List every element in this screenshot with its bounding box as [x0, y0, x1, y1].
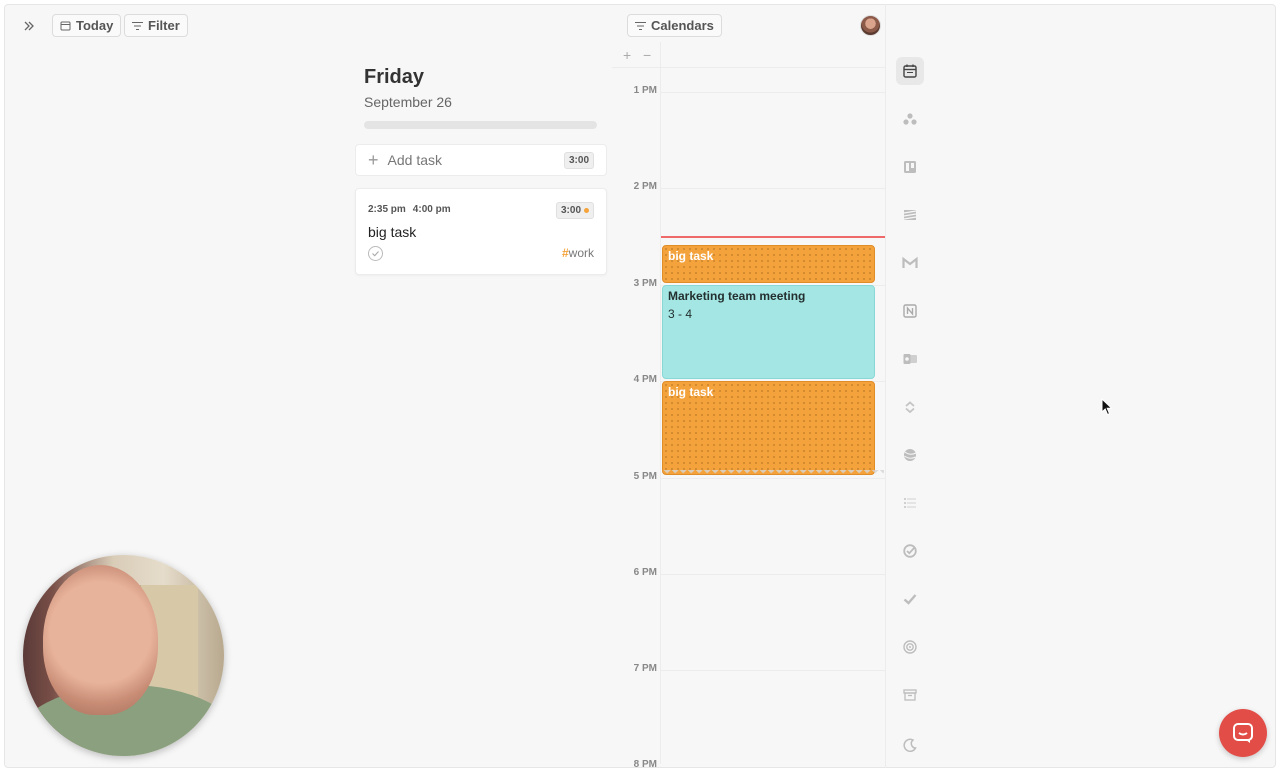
task-card[interactable]: 2:35 pm 4:00 pm 3:00 big task #work — [355, 188, 607, 275]
plus-icon: + — [368, 150, 379, 170]
task-duration: 3:00 — [560, 205, 581, 216]
hour-gridline — [661, 92, 885, 93]
task-end-time: 4:00 pm — [412, 204, 451, 215]
hour-label: 7 PM — [633, 663, 657, 674]
calendar-icon[interactable] — [896, 57, 924, 85]
hour-gridline — [661, 670, 885, 671]
outlook-icon[interactable] — [896, 345, 924, 373]
webcam-overlay — [23, 555, 224, 756]
list-icon[interactable] — [896, 489, 924, 517]
hash-icon: # — [561, 246, 569, 260]
add-task-duration: 3:00 — [563, 151, 594, 169]
calendar-small-icon — [60, 21, 71, 31]
hour-label: 4 PM — [633, 374, 657, 385]
mouse-cursor-icon — [1101, 397, 1113, 421]
calendars-label: Calendars — [651, 18, 714, 33]
avatar[interactable] — [860, 15, 881, 36]
moon-icon[interactable] — [896, 731, 924, 759]
hour-label: 8 PM — [633, 759, 657, 770]
today-button[interactable]: Today — [52, 14, 122, 37]
task-tag-label: work — [568, 246, 594, 260]
filter-button[interactable]: Filter — [124, 14, 188, 37]
task-times: 2:35 pm 4:00 pm — [368, 204, 451, 215]
filter-label: Filter — [148, 18, 180, 33]
current-time-indicator — [661, 236, 885, 238]
filter-icon — [132, 21, 143, 30]
presenter-face — [43, 565, 158, 715]
hour-label: 6 PM — [633, 567, 657, 578]
board-icon[interactable] — [896, 153, 924, 181]
stripes-icon[interactable] — [896, 201, 924, 229]
day-title: Friday — [364, 66, 425, 88]
task-title[interactable]: big task — [368, 224, 416, 240]
notion-icon[interactable] — [896, 297, 924, 325]
radio-icon[interactable] — [896, 633, 924, 661]
event-time: 3 - 4 — [668, 307, 693, 321]
task-tag[interactable]: #work — [562, 246, 594, 260]
calendar-event-meeting[interactable]: Marketing team meeting 3 - 4 — [662, 285, 875, 379]
chat-support-button[interactable] — [1219, 709, 1267, 757]
task-duration-badge: 3:00 — [555, 202, 594, 219]
team-icon[interactable] — [896, 105, 924, 133]
overflow-edge — [662, 470, 884, 476]
hour-gridline — [661, 574, 885, 575]
event-title: big task — [668, 249, 714, 263]
add-task-button[interactable]: + Add task 3:00 — [355, 144, 607, 176]
task-complete-checkbox[interactable] — [368, 246, 383, 261]
add-task-label: Add task — [387, 152, 442, 168]
hour-label: 2 PM — [633, 181, 657, 192]
day-date: September 26 — [364, 94, 452, 110]
time-gutter-divider — [660, 42, 661, 764]
hour-label: 1 PM — [633, 85, 657, 96]
calendar-header: + − — [612, 42, 886, 68]
today-label: Today — [76, 18, 114, 33]
hour-gridline — [661, 188, 885, 189]
target-check-icon[interactable] — [896, 537, 924, 565]
expand-sidebar-icon[interactable] — [19, 16, 39, 36]
calendar-event-task[interactable]: big task — [662, 381, 875, 475]
calendar-right-border — [885, 4, 886, 768]
zoom-out-button[interactable]: − — [643, 47, 651, 63]
archive-icon[interactable] — [896, 681, 924, 709]
hour-label: 5 PM — [633, 471, 657, 482]
checkmark-icon[interactable] — [896, 585, 924, 613]
calendars-button[interactable]: Calendars — [627, 14, 722, 37]
task-start-time: 2:35 pm — [368, 204, 406, 215]
status-dot-icon — [584, 208, 589, 213]
day-progress-bar — [364, 121, 597, 129]
check-icon — [372, 251, 379, 257]
zoom-in-button[interactable]: + — [623, 47, 631, 63]
sphere-icon[interactable] — [896, 441, 924, 469]
event-title: Marketing team meeting — [668, 289, 806, 303]
hour-label: 3 PM — [633, 278, 657, 289]
filter-icon — [635, 21, 646, 30]
gmail-icon[interactable] — [896, 249, 924, 277]
event-title: big task — [668, 385, 714, 399]
sync-icon[interactable] — [896, 393, 924, 421]
hour-gridline — [661, 478, 885, 479]
calendar-event-task[interactable]: big task — [662, 245, 875, 283]
chat-icon — [1233, 723, 1253, 743]
